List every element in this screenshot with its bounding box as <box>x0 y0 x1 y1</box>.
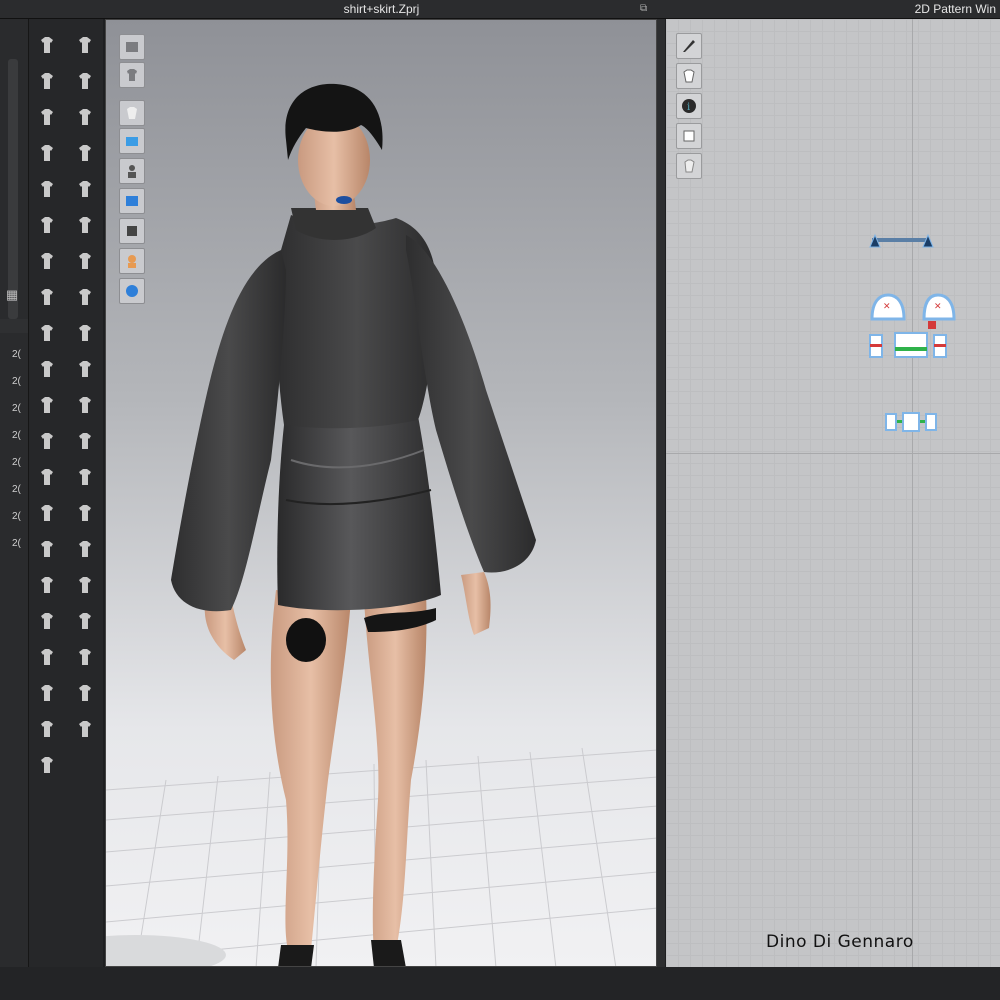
pattern-bodice <box>869 332 947 358</box>
fabric-icon[interactable] <box>71 609 99 633</box>
texture-view-icon[interactable] <box>119 188 145 214</box>
shirt-sew-icon[interactable] <box>33 285 61 309</box>
maximize-icon[interactable]: ⧉ <box>640 3 652 15</box>
avatar-right-leg <box>364 590 427 950</box>
down-arrow-icon[interactable] <box>33 33 61 57</box>
pattern-collar <box>869 233 934 248</box>
connect-icon[interactable] <box>33 393 61 417</box>
segment-sew-icon[interactable] <box>33 357 61 381</box>
tool-palette <box>29 19 103 979</box>
row-label: 2( <box>12 430 21 441</box>
avatar-left-shoe <box>278 945 314 966</box>
viewport-2d-title: 2D Pattern Win <box>914 2 996 16</box>
viewport-3d-title: shirt+skirt.Zprj <box>343 2 420 16</box>
tack-icon[interactable] <box>71 357 99 381</box>
panel-divider <box>0 319 28 333</box>
lock-icon[interactable] <box>71 465 99 489</box>
svg-text:✕: ✕ <box>883 302 891 312</box>
object-browser-panel: ▦ 2( 2( 2( 2( 2( 2( 2( 2( <box>0 19 29 979</box>
pin-icon[interactable] <box>71 105 99 129</box>
shirt-view-icon[interactable] <box>119 62 145 88</box>
texture-icon[interactable] <box>71 573 99 597</box>
viewport-2d[interactable]: i ✕ ✕ <box>666 19 1000 967</box>
panel-scrollbar[interactable] <box>8 59 18 319</box>
left-sleeve <box>171 250 286 612</box>
fold-icon[interactable] <box>33 501 61 525</box>
svg-text:✕: ✕ <box>934 302 942 312</box>
avatar-visibility-icon[interactable] <box>119 158 145 184</box>
shirt-up-icon[interactable] <box>33 717 61 741</box>
arrow-split-icon[interactable] <box>71 717 99 741</box>
move-arrow-icon[interactable] <box>71 69 99 93</box>
skin-icon[interactable] <box>119 248 145 274</box>
viewport-splitter[interactable] <box>657 19 665 979</box>
wireframe-icon[interactable] <box>119 128 145 154</box>
select-mesh-icon[interactable] <box>33 105 61 129</box>
avatar-lips <box>336 196 352 204</box>
box-select-icon[interactable] <box>33 141 61 165</box>
surface-icon[interactable] <box>119 218 145 244</box>
row-label: 2( <box>12 403 21 414</box>
shirt-tuck-icon[interactable] <box>71 177 99 201</box>
button-icon[interactable] <box>71 393 99 417</box>
brush-icon[interactable] <box>71 141 99 165</box>
pattern-skirt <box>885 412 937 432</box>
row-label: 2( <box>12 349 21 360</box>
shirt-front-icon[interactable] <box>33 213 61 237</box>
viewport-3d[interactable] <box>105 19 657 967</box>
figure-icon[interactable] <box>33 681 61 705</box>
cap-icon[interactable] <box>33 537 61 561</box>
row-label: 2( <box>12 457 21 468</box>
pattern-pieces: ✕ ✕ <box>869 233 956 432</box>
sew-machine-icon[interactable] <box>33 321 61 345</box>
pattern-sleeves: ✕ ✕ <box>870 293 956 329</box>
scissors-icon[interactable] <box>33 465 61 489</box>
avatar-right-shoe <box>371 940 406 966</box>
pattern-icon[interactable] <box>71 537 99 561</box>
skirt-garment <box>277 414 441 611</box>
zip-icon[interactable] <box>71 501 99 525</box>
avatar-right-hand <box>461 572 491 635</box>
row-label: 2( <box>12 376 21 387</box>
overlay-icon[interactable] <box>33 645 61 669</box>
transform-icon[interactable] <box>33 69 61 93</box>
status-bar <box>0 967 1000 1000</box>
grid-view-icon[interactable]: ▦ <box>4 287 20 303</box>
shirt-down-icon[interactable] <box>33 753 61 777</box>
walk-avatar-icon[interactable] <box>71 33 99 57</box>
grid-icon[interactable] <box>71 645 99 669</box>
multi-sew-icon[interactable] <box>71 321 99 345</box>
tone-icon[interactable] <box>71 681 99 705</box>
shirt-layer-icon[interactable] <box>33 249 61 273</box>
thigh-tattoo <box>286 618 326 662</box>
watermark: Dino Di Gennaro <box>766 932 914 952</box>
pen-icon[interactable] <box>33 429 61 453</box>
3d-view-icon[interactable] <box>119 34 145 60</box>
row-label: 2( <box>12 538 21 549</box>
globe-icon[interactable] <box>119 278 145 304</box>
avatar-fit-icon[interactable] <box>33 573 61 597</box>
scene-3d <box>106 83 656 966</box>
shirt-outline-icon[interactable] <box>33 609 61 633</box>
line-icon[interactable] <box>71 429 99 453</box>
row-label: 2( <box>12 484 21 495</box>
shirt-stack-icon[interactable] <box>71 249 99 273</box>
shirt-icon[interactable] <box>33 177 61 201</box>
floor-shadow <box>106 935 226 966</box>
garment-visibility-icon[interactable] <box>119 100 145 126</box>
shirt-fold-icon[interactable] <box>71 213 99 237</box>
measure-icon[interactable] <box>71 285 99 309</box>
row-label: 2( <box>12 511 21 522</box>
